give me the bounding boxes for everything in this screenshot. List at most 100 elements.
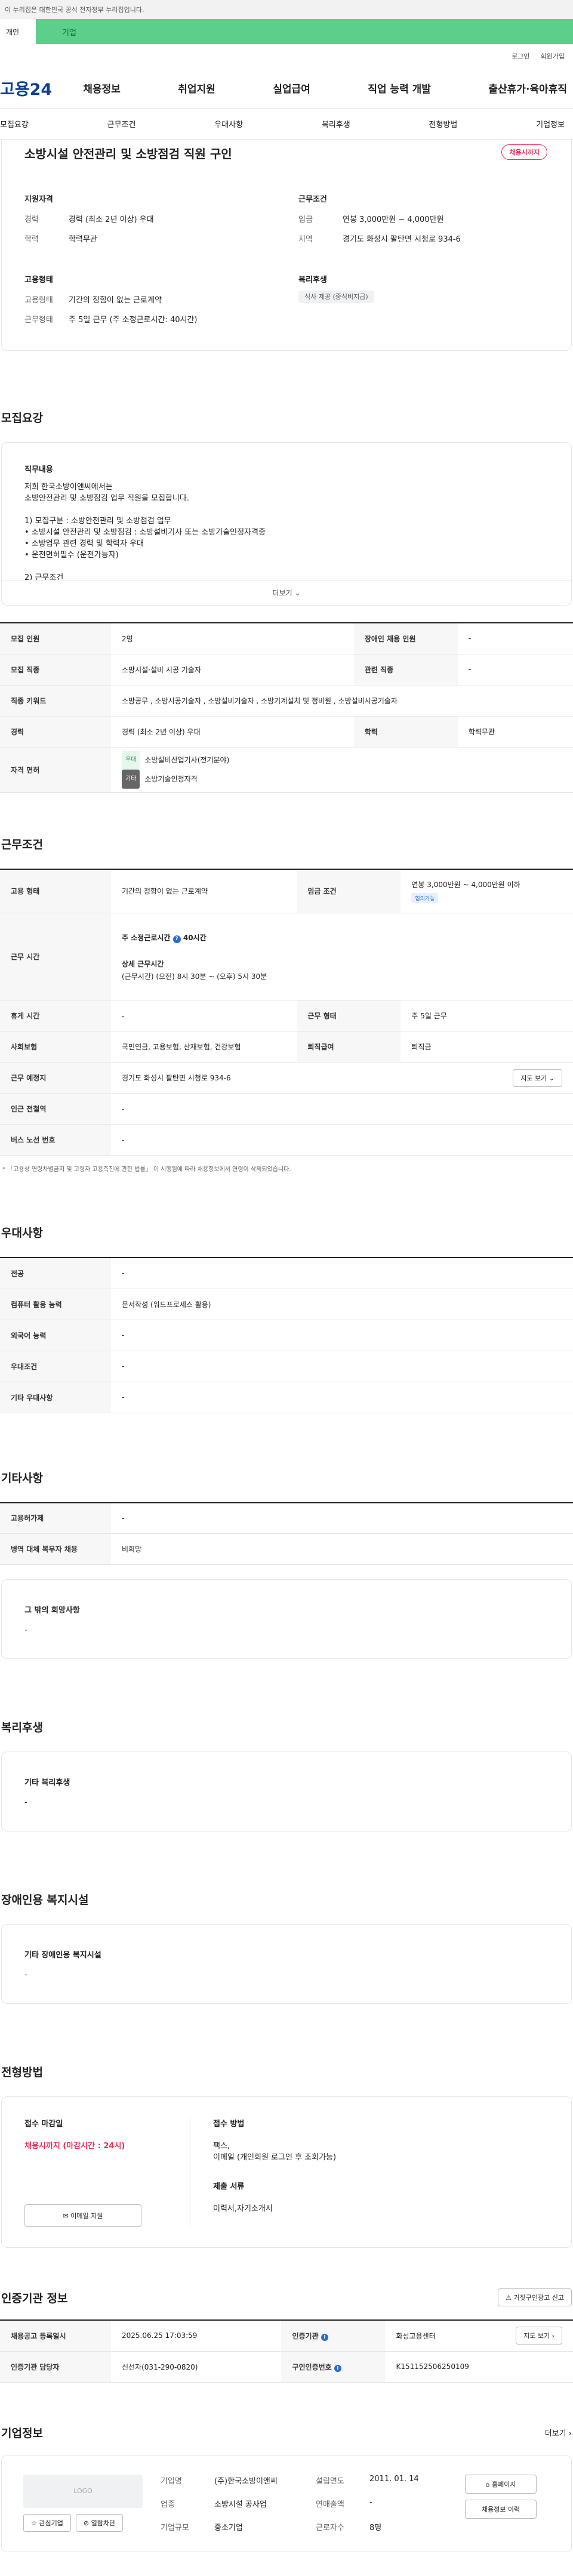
apply-method-col: 접수 방법 팩스, 이메일 (개인회원 로그인 후 조회가능) 제출 서류 이력…: [190, 2117, 549, 2227]
hours-detail-title: 상세 근무시간: [122, 959, 164, 968]
hours-cell: 주 소정근로시간 ? 40시간 상세 근무시간 (근무시간) (오전) 8시 3…: [111, 913, 573, 1000]
sg-label: 지역: [298, 235, 313, 244]
section-title-welfare: 복리후생: [1, 1721, 43, 1734]
etc-value: -: [111, 1502, 573, 1534]
tab-welfare[interactable]: 복리후생: [322, 118, 350, 129]
method-line: 이메일 (개인회원 로그인 후 조회가능): [213, 2153, 337, 2162]
sector-value: 소방시설 공사업: [214, 2500, 267, 2509]
sales-label: 연매출액: [316, 2500, 344, 2509]
gnb-parental-leave[interactable]: 출산휴가·육아휴직: [488, 81, 567, 95]
signup-link[interactable]: 회원가입: [541, 51, 565, 61]
job-line: 소방안전관리 및 소방점검 업무 직원을 모집합니다.: [24, 494, 189, 503]
global-nav: 고용24 채용정보 취업지원 실업급여 직업 능력 개발 출산휴가·육아휴직: [0, 68, 573, 109]
tab-recruit[interactable]: 모집요강: [0, 118, 29, 129]
org-map-button[interactable]: 지도 보기 ›: [516, 2327, 562, 2345]
related-label: 관련 직종: [353, 654, 458, 685]
pref-label: 컴퓨터 활용 능력: [0, 1289, 111, 1320]
license-name: 소방기술인정자격: [144, 775, 198, 783]
career-value: 경력 (최소 2년 이상) 우대: [111, 716, 354, 748]
section-title-recruit: 모집요강: [1, 412, 43, 425]
info-icon[interactable]: i: [334, 2364, 341, 2372]
more-button[interactable]: 더보기 ⌄: [2, 580, 571, 605]
table-row: 사회보험 국민연금, 고용보험, 산재보험, 건강보험 퇴직급여 퇴직금: [0, 1031, 573, 1062]
login-link[interactable]: 로그인: [512, 51, 529, 61]
table-row: 외국어 능력 -: [0, 1320, 573, 1351]
hours-detail: (근무시간) (오전) 8시 30분 ~ (오후) 5시 30분: [122, 972, 267, 981]
license-list: 우대 소방설비산업기사(전기분야) 기타 소방기술인정자격: [111, 747, 573, 793]
pref-label: 전공: [0, 1258, 111, 1289]
corporate-tab[interactable]: 기업: [36, 19, 573, 44]
email-apply-button[interactable]: ✉ 이메일 지원: [24, 2204, 141, 2227]
job-history-button[interactable]: 채용정보 이력: [465, 2499, 537, 2519]
tab-apply[interactable]: 전형방법: [429, 118, 458, 129]
org-label: 인증기관: [292, 2331, 319, 2340]
conditions-title: 근무조건: [298, 195, 327, 204]
etc-label: 병역 대체 복무자 채용: [0, 1533, 111, 1565]
job-line: • 운전면허필수 (운전가능자): [24, 551, 119, 560]
place-value: 경기도 화성시 팔탄면 시청로 934-6: [122, 1074, 231, 1082]
pref-value: -: [111, 1351, 573, 1382]
homepage-button[interactable]: ⌂ 홈페이지: [465, 2474, 537, 2494]
etc-other-panel: 그 밖의 희망사항 -: [1, 1579, 572, 1659]
disabled-label: 장애인 채용 인원: [353, 623, 458, 654]
employment-block: 고용형태 고용형태 기간의 정함이 없는 근로계약 근무형태 주 5일 근무 (주 …: [24, 273, 275, 330]
company-more-link[interactable]: 더보기 ›: [545, 2427, 572, 2438]
num-label-cell: 구인인증번호 i: [281, 2351, 386, 2383]
gnb-unemployment[interactable]: 실업급여: [273, 81, 310, 95]
pref-label: 외국어 능력: [0, 1320, 111, 1351]
sg-value: 학력무관: [69, 235, 97, 244]
report-fake-button[interactable]: ⚠ 거짓구인광고 신고: [498, 2288, 572, 2306]
job-line: • 소방업무 관련 경력 및 학력자 우대: [24, 539, 144, 548]
gnb-training[interactable]: 직업 능력 개발: [368, 81, 431, 95]
section-title-cert: 인증기관 정보: [1, 2291, 68, 2305]
table-row: 채용공고 등록일시 2025.06.25 17:03:59 인증기관 i 화성고…: [0, 2320, 573, 2352]
sales-value: -: [369, 2497, 372, 2507]
welfare-tag: 식사 제공 (중식비지급): [298, 291, 374, 303]
table-row: 직종 키워드 소방공무 , 소방시공기술자 , 소방설비기술자 , 소방기계설치…: [0, 685, 573, 716]
tab-conditions[interactable]: 근무조건: [107, 118, 136, 129]
favorite-company-button[interactable]: ☆ 관심기업: [23, 2513, 71, 2532]
table-row: 경력 경력 (최소 2년 이상) 우대 학력 학력무관: [0, 716, 573, 748]
company-more-label: 더보기: [544, 2429, 566, 2438]
mgr-value: 신선자(031-290-0820): [111, 2351, 282, 2383]
insurance-value: 국민연금, 고용보험, 산재보험, 건강보험: [111, 1031, 297, 1062]
table-row: 근무 예정지 경기도 화성시 팔탄면 시청로 934-6 지도 보기 ⌄: [0, 1062, 573, 1094]
num-value: K151152506250109: [385, 2351, 573, 2383]
emp-value: 8명: [369, 2523, 382, 2532]
individual-tab[interactable]: 개인: [0, 19, 36, 44]
sector-label: 업종: [161, 2500, 175, 2509]
info-icon[interactable]: i: [321, 2333, 328, 2341]
gnb-jobs[interactable]: 채용정보: [83, 81, 121, 95]
gnb-employment-support[interactable]: 취업지원: [178, 81, 215, 95]
place-cell: 경기도 화성시 팔탄면 시청로 934-6 지도 보기 ⌄: [111, 1062, 573, 1094]
tab-company[interactable]: 기업정보: [536, 118, 565, 129]
welfare-value: -: [24, 1798, 27, 1807]
etc-other-title: 그 밖의 희망사항: [24, 1606, 80, 1615]
qualification-block: 지원자격 경력 경력 (최소 2년 이상) 우대 학력 학력무관: [24, 193, 275, 249]
sg-label: 근무형태: [24, 316, 53, 325]
employment-title: 고용형태: [24, 276, 53, 285]
type-label: 고용 형태: [0, 869, 111, 913]
org-value: 화성고용센터: [396, 2331, 436, 2340]
pref-value: -: [111, 1258, 573, 1289]
table-row: 모집 직종 소방시설·설비 시공 기술자 관련 직종 -: [0, 654, 573, 685]
map-button[interactable]: 지도 보기 ⌄: [513, 1068, 562, 1087]
site-logo[interactable]: 고용24: [0, 76, 52, 100]
block-company-button[interactable]: ⊘ 열람차단: [75, 2513, 124, 2532]
holiday-label: 휴게 시간: [0, 1000, 111, 1031]
welfare-sub: 기타 복리후생: [24, 1778, 70, 1787]
emp-label: 근로자수: [316, 2523, 344, 2532]
hours-label: 근무 시간: [0, 913, 111, 1000]
keyword-label: 직종 키워드: [0, 685, 111, 716]
star-icon: ☆: [31, 2519, 37, 2527]
company-info: 기업명 (주)한국소방이앤씨 설립연도 2011. 01. 14 업종 소방시설 공사…: [161, 2475, 447, 2532]
edu-value: 학력무관: [457, 716, 573, 748]
size-value: 중소기업: [214, 2523, 243, 2532]
num-label: 구인인증번호: [292, 2362, 332, 2371]
org-label-cell: 인증기관 i: [281, 2320, 386, 2352]
sg-label: 학력: [24, 235, 39, 244]
sg-value: 경기도 화성시 팔탄면 시청로 934-6: [343, 235, 461, 244]
table-row: 우대조건 -: [0, 1351, 573, 1382]
tab-preference[interactable]: 우대사항: [214, 118, 243, 129]
disabled-value: -: [24, 1970, 27, 1979]
